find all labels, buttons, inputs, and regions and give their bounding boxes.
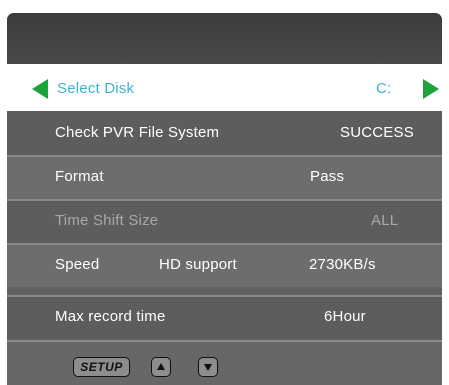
time-shift-size-row: Time Shift Size ALL	[7, 199, 442, 243]
up-key-button[interactable]	[151, 357, 171, 377]
format-row[interactable]: Format Pass	[7, 155, 442, 199]
triangle-down-icon	[204, 364, 212, 371]
triangle-up-icon	[157, 363, 165, 370]
time-shift-size-label: Time Shift Size	[55, 212, 159, 229]
max-record-time-label: Max record time	[55, 308, 166, 325]
menu-header-bar	[7, 13, 442, 64]
pvr-settings-menu: Select Disk C: Check PVR File System SUC…	[7, 13, 442, 385]
check-pvr-file-system-value: SUCCESS	[340, 124, 414, 141]
speed-value: 2730KB/s	[309, 256, 376, 273]
select-disk-label: Select Disk	[57, 80, 135, 97]
max-record-time-row[interactable]: Max record time 6Hour	[7, 295, 442, 339]
key-hint-bar: SETUP	[7, 340, 442, 385]
max-record-time-value: 6Hour	[324, 308, 366, 325]
format-label: Format	[55, 168, 104, 185]
speed-row[interactable]: Speed HD support 2730KB/s	[7, 243, 442, 287]
triangle-right-icon[interactable]	[423, 79, 439, 99]
setup-key-button[interactable]: SETUP	[73, 357, 130, 377]
check-pvr-file-system-row[interactable]: Check PVR File System SUCCESS	[7, 111, 442, 155]
speed-label: Speed	[55, 256, 100, 273]
triangle-left-icon[interactable]	[32, 79, 48, 99]
hd-support-label: HD support	[159, 256, 237, 273]
down-key-button[interactable]	[198, 357, 218, 377]
select-disk-row[interactable]: Select Disk C:	[7, 64, 442, 111]
format-value: Pass	[310, 168, 345, 185]
select-disk-value: C:	[376, 80, 392, 97]
check-pvr-file-system-label: Check PVR File System	[55, 124, 220, 141]
time-shift-size-value: ALL	[371, 212, 399, 229]
